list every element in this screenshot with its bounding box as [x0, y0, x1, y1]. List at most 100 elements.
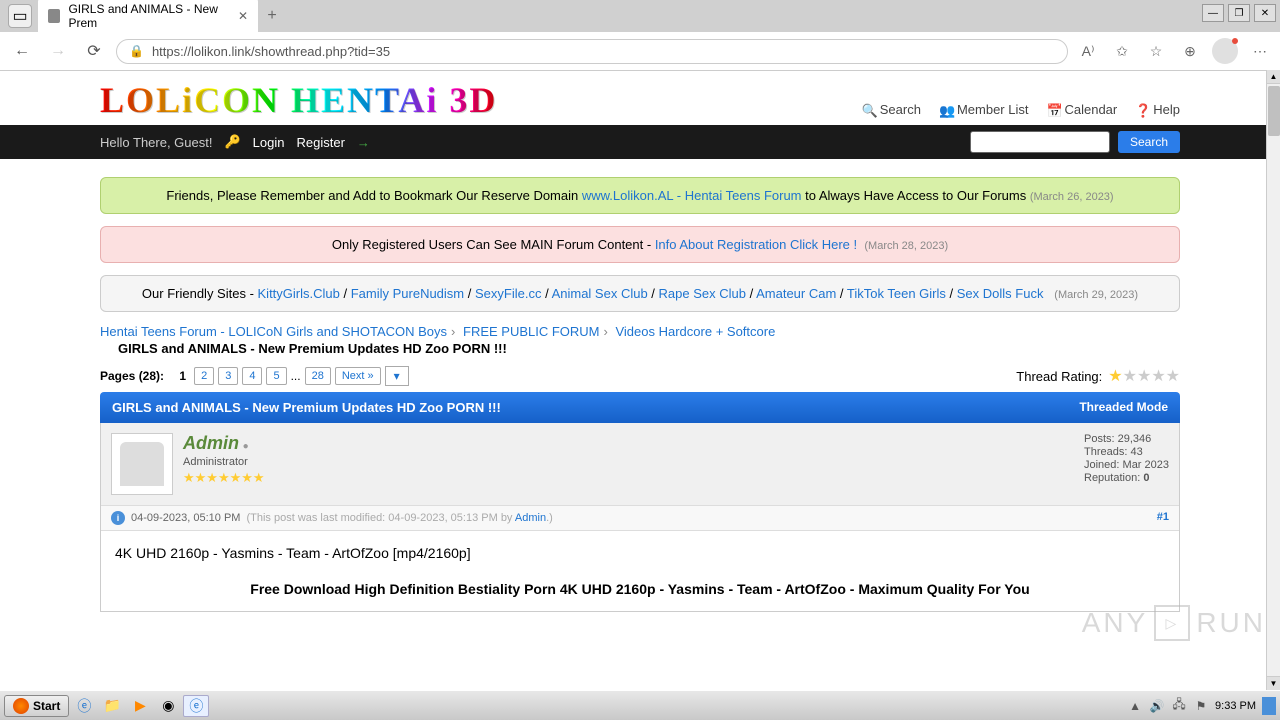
tray-expand-icon[interactable]: ▲: [1127, 698, 1143, 714]
minimize-button[interactable]: —: [1202, 4, 1224, 22]
page-link[interactable]: 2: [194, 367, 214, 385]
post: Admin ● Administrator ★★★★★★★ Posts: 29,…: [100, 423, 1180, 612]
thread-header: GIRLS and ANIMALS - New Premium Updates …: [100, 392, 1180, 423]
watermark: ANY▷RUN: [1082, 605, 1266, 641]
notice-friendly-sites: Our Friendly Sites - KittyGirls.Club / F…: [100, 275, 1180, 312]
rating-stars[interactable]: ★★★★★: [1108, 366, 1180, 386]
search-button[interactable]: Search: [1118, 131, 1180, 153]
tray-show-desktop[interactable]: [1262, 697, 1276, 715]
page-next[interactable]: Next »: [335, 367, 381, 385]
star-icon[interactable]: ✩: [1110, 39, 1134, 63]
taskbar-clock[interactable]: 9:33 PM: [1215, 700, 1256, 712]
friendly-link[interactable]: Rape Sex Club: [659, 286, 746, 301]
taskbar-edge-icon[interactable]: ⓔ: [183, 695, 209, 717]
url-text: https://lolikon.link/showthread.php?tid=…: [152, 44, 390, 59]
friendly-link[interactable]: SexyFile.cc: [475, 286, 541, 301]
login-link[interactable]: Login: [253, 135, 285, 150]
friendly-link[interactable]: Animal Sex Club: [552, 286, 648, 301]
taskbar-media-icon[interactable]: ▶: [127, 695, 153, 717]
refresh-button[interactable]: ⟳: [80, 37, 108, 65]
page-jump-dropdown[interactable]: ▾: [385, 366, 409, 386]
lock-icon: 🔒: [129, 44, 144, 58]
breadcrumb-link[interactable]: Videos Hardcore + Softcore: [615, 324, 775, 339]
tab-close-icon[interactable]: ✕: [238, 9, 248, 23]
guest-greeting: Hello There, Guest!: [100, 135, 212, 150]
nav-search[interactable]: 🔍Search: [862, 102, 921, 117]
breadcrumb-current: GIRLS and ANIMALS - New Premium Updates …: [118, 341, 1180, 356]
profile-avatar[interactable]: [1212, 38, 1238, 64]
threaded-mode-link[interactable]: Threaded Mode: [1079, 400, 1168, 415]
user-stars: ★★★★★★★: [183, 470, 265, 486]
notice-register: Only Registered Users Can See MAIN Forum…: [100, 226, 1180, 263]
breadcrumb-link[interactable]: FREE PUBLIC FORUM: [463, 324, 600, 339]
page-link[interactable]: 3: [218, 367, 238, 385]
nav-help[interactable]: ❓Help: [1135, 102, 1180, 117]
help-icon: ❓: [1135, 103, 1149, 117]
rating-label: Thread Rating:: [1016, 369, 1102, 384]
taskbar: Start ⓔ 📁 ▶ ◉ ⓔ ▲ 🔊 🖧 ⚑ 9:33 PM: [0, 690, 1280, 720]
tray-network-icon[interactable]: 🖧: [1171, 698, 1187, 714]
search-icon: 🔍: [862, 103, 876, 117]
new-tab-button[interactable]: +: [258, 2, 286, 30]
tab-favicon: [48, 9, 60, 23]
modified-by-link[interactable]: Admin: [515, 512, 546, 524]
scrollbar[interactable]: ▲ ▼: [1266, 70, 1280, 690]
post-content-text: Free Download High Definition Bestiality…: [115, 581, 1165, 597]
post-timestamp: 04-09-2023, 05:10 PM: [131, 512, 240, 524]
calendar-icon: 📅: [1046, 103, 1060, 117]
notice-bookmark: Friends, Please Remember and Add to Book…: [100, 177, 1180, 214]
nav-calendar[interactable]: 📅Calendar: [1046, 102, 1117, 117]
members-icon: 👥: [939, 103, 953, 117]
register-link[interactable]: Register: [296, 135, 344, 150]
info-icon: i: [111, 511, 125, 525]
friendly-link[interactable]: Family PureNudism: [351, 286, 464, 301]
tab-actions-button[interactable]: ▭: [8, 4, 32, 28]
close-window-button[interactable]: ✕: [1254, 4, 1276, 22]
address-bar[interactable]: 🔒 https://lolikon.link/showthread.php?ti…: [116, 39, 1068, 64]
offline-icon: ●: [243, 441, 249, 452]
friendly-link[interactable]: Sex Dolls Fuck: [957, 286, 1044, 301]
breadcrumb-link[interactable]: Hentai Teens Forum - LOLICoN Girls and S…: [100, 324, 447, 339]
post-content-title: 4K UHD 2160p - Yasmins - Team - ArtOfZoo…: [115, 545, 1165, 561]
page-link[interactable]: 4: [242, 367, 262, 385]
pagination: Pages (28): 1 2 3 4 5 ... 28 Next » ▾: [100, 366, 409, 386]
page-link[interactable]: 5: [266, 367, 286, 385]
key-icon: 🔑: [224, 134, 240, 150]
nav-members[interactable]: 👥Member List: [939, 102, 1029, 117]
scroll-thumb[interactable]: [1268, 86, 1280, 136]
breadcrumb: Hentai Teens Forum - LOLICoN Girls and S…: [100, 324, 1180, 339]
friendly-link[interactable]: Amateur Cam: [756, 286, 836, 301]
taskbar-chrome-icon[interactable]: ◉: [155, 695, 181, 717]
browser-tab[interactable]: GIRLS and ANIMALS - New Prem ✕: [38, 0, 258, 36]
maximize-button[interactable]: ❐: [1228, 4, 1250, 22]
taskbar-explorer-icon[interactable]: 📁: [99, 695, 125, 717]
read-aloud-icon[interactable]: A⁾: [1076, 39, 1100, 63]
friendly-link[interactable]: KittyGirls.Club: [258, 286, 340, 301]
menu-icon[interactable]: ⋯: [1248, 39, 1272, 63]
arrow-icon: →: [357, 135, 370, 150]
post-number-link[interactable]: #1: [1157, 511, 1169, 525]
collections-icon[interactable]: ⊕: [1178, 39, 1202, 63]
forward-button[interactable]: →: [44, 37, 72, 65]
tab-title: GIRLS and ANIMALS - New Prem: [68, 2, 229, 30]
friendly-link[interactable]: TikTok Teen Girls: [847, 286, 946, 301]
user-role: Administrator: [183, 456, 265, 468]
page-last[interactable]: 28: [305, 367, 331, 385]
scroll-down-button[interactable]: ▼: [1267, 676, 1280, 690]
start-button[interactable]: Start: [4, 695, 69, 717]
username-link[interactable]: Admin: [183, 433, 239, 453]
play-icon: ▷: [1154, 605, 1190, 641]
site-logo[interactable]: LOLiCON HENTAi 3D: [100, 79, 497, 121]
tray-volume-icon[interactable]: 🔊: [1149, 698, 1165, 714]
tray-flag-icon[interactable]: ⚑: [1193, 698, 1209, 714]
search-input[interactable]: [970, 131, 1110, 153]
start-orb-icon: [13, 698, 29, 714]
user-avatar[interactable]: [111, 433, 173, 495]
favorites-icon[interactable]: ☆: [1144, 39, 1168, 63]
back-button[interactable]: ←: [8, 37, 36, 65]
taskbar-ie-icon[interactable]: ⓔ: [71, 695, 97, 717]
registration-info-link[interactable]: Info About Registration Click Here !: [655, 237, 857, 252]
reserve-domain-link[interactable]: www.Lolikon.AL - Hentai Teens Forum: [582, 188, 802, 203]
scroll-up-button[interactable]: ▲: [1267, 70, 1280, 84]
page-current: 1: [175, 367, 190, 385]
